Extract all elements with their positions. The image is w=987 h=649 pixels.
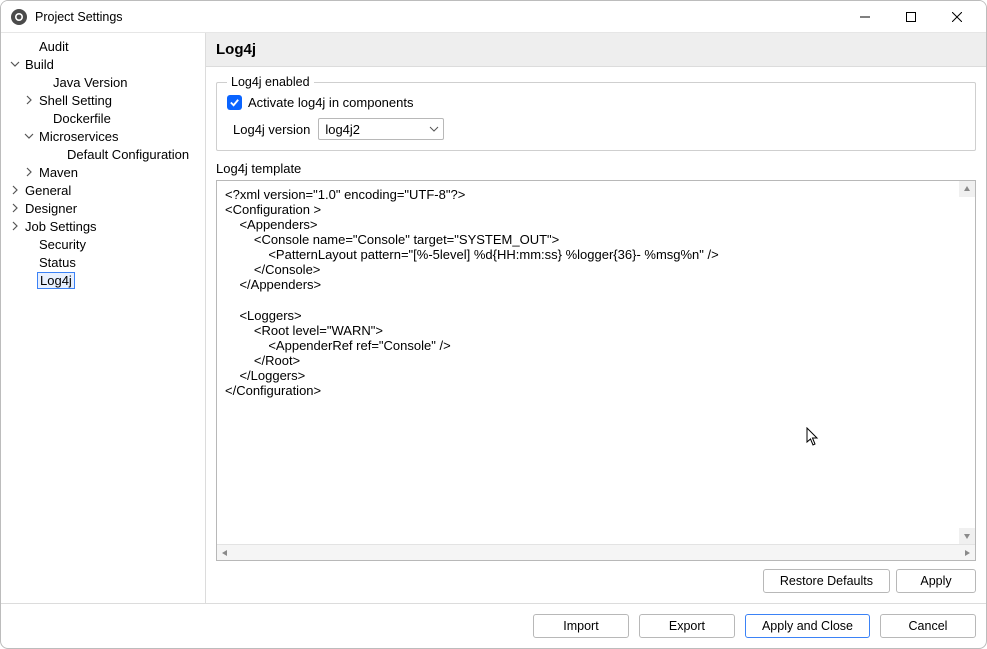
- expander-none: [23, 274, 35, 286]
- restore-defaults-button[interactable]: Restore Defaults: [763, 569, 890, 593]
- scrollbar-up[interactable]: [959, 181, 975, 197]
- tree-item[interactable]: Build: [1, 55, 205, 73]
- tree-item[interactable]: Log4j: [1, 271, 205, 289]
- tree-item[interactable]: Audit: [1, 37, 205, 55]
- tree-item[interactable]: Shell Setting: [1, 91, 205, 109]
- tree-item-label: Dockerfile: [51, 111, 113, 126]
- expander-none: [37, 76, 49, 88]
- template-textarea[interactable]: <?xml version="1.0" encoding="UTF-8"?> <…: [217, 181, 975, 544]
- tree-item-label: Maven: [37, 165, 80, 180]
- cancel-button[interactable]: Cancel: [880, 614, 976, 638]
- expander-icon[interactable]: [9, 220, 21, 232]
- scrollbar-down[interactable]: [959, 528, 975, 544]
- expander-icon[interactable]: [23, 94, 35, 106]
- expander-icon[interactable]: [9, 58, 21, 70]
- dialog-footer: Import Export Apply and Close Cancel: [1, 603, 986, 648]
- tree-item[interactable]: Security: [1, 235, 205, 253]
- expander-none: [23, 40, 35, 52]
- version-label: Log4j version: [233, 122, 310, 137]
- export-button[interactable]: Export: [639, 614, 735, 638]
- tree-item-label: Build: [23, 57, 56, 72]
- tree-item[interactable]: Maven: [1, 163, 205, 181]
- dialog-window: Project Settings Audit Build Java Version S…: [0, 0, 987, 649]
- maximize-button[interactable]: [888, 2, 934, 32]
- tree-item[interactable]: Designer: [1, 199, 205, 217]
- expander-icon[interactable]: [23, 130, 35, 142]
- import-button[interactable]: Import: [533, 614, 629, 638]
- tree-item-label: Job Settings: [23, 219, 99, 234]
- expander-none: [23, 238, 35, 250]
- settings-tree[interactable]: Audit Build Java Version Shell Setting Docke…: [1, 33, 206, 603]
- tree-item-label: Shell Setting: [37, 93, 114, 108]
- tree-item-label: Default Configuration: [65, 147, 191, 162]
- scrollbar-left[interactable]: [217, 545, 233, 560]
- expander-icon[interactable]: [9, 202, 21, 214]
- tree-item[interactable]: Job Settings: [1, 217, 205, 235]
- tree-item[interactable]: Default Configuration: [1, 145, 205, 163]
- content-panel: Log4j Log4j enabled Activate log4j in co…: [206, 33, 986, 603]
- tree-item-label: Java Version: [51, 75, 129, 90]
- tree-item-label: Status: [37, 255, 78, 270]
- template-label: Log4j template: [216, 161, 976, 176]
- tree-item[interactable]: Microservices: [1, 127, 205, 145]
- dialog-body: Audit Build Java Version Shell Setting Docke…: [1, 33, 986, 603]
- page-title: Log4j: [216, 41, 976, 58]
- version-value: log4j2: [325, 122, 360, 137]
- log4j-enabled-group: Log4j enabled Activate log4j in componen…: [216, 75, 976, 151]
- close-button[interactable]: [934, 2, 980, 32]
- apply-and-close-button[interactable]: Apply and Close: [745, 614, 870, 638]
- tree-item-label: Log4j: [37, 272, 75, 289]
- expander-icon[interactable]: [23, 166, 35, 178]
- window-title: Project Settings: [35, 10, 123, 24]
- scrollbar-right[interactable]: [959, 545, 975, 560]
- content-header: Log4j: [206, 33, 986, 67]
- tree-item-label: Designer: [23, 201, 79, 216]
- group-title: Log4j enabled: [227, 75, 314, 89]
- tree-item[interactable]: Status: [1, 253, 205, 271]
- expander-icon[interactable]: [9, 184, 21, 196]
- expander-none: [37, 112, 49, 124]
- tree-item[interactable]: Java Version: [1, 73, 205, 91]
- titlebar: Project Settings: [1, 1, 986, 33]
- tree-item-label: Audit: [37, 39, 71, 54]
- tree-item[interactable]: Dockerfile: [1, 109, 205, 127]
- tree-item-label: Security: [37, 237, 88, 252]
- app-icon: [11, 9, 27, 25]
- template-textarea-wrap: <?xml version="1.0" encoding="UTF-8"?> <…: [216, 180, 976, 561]
- chevron-down-icon: [429, 122, 439, 137]
- activate-checkbox-label: Activate log4j in components: [248, 95, 413, 110]
- tree-item-label: Microservices: [37, 129, 120, 144]
- activate-checkbox[interactable]: [227, 95, 242, 110]
- tree-item-label: General: [23, 183, 73, 198]
- scrollbar-horizontal[interactable]: [217, 544, 975, 560]
- tree-item[interactable]: General: [1, 181, 205, 199]
- expander-none: [23, 256, 35, 268]
- expander-none: [51, 148, 63, 160]
- minimize-button[interactable]: [842, 2, 888, 32]
- apply-button[interactable]: Apply: [896, 569, 976, 593]
- version-combobox[interactable]: log4j2: [318, 118, 444, 140]
